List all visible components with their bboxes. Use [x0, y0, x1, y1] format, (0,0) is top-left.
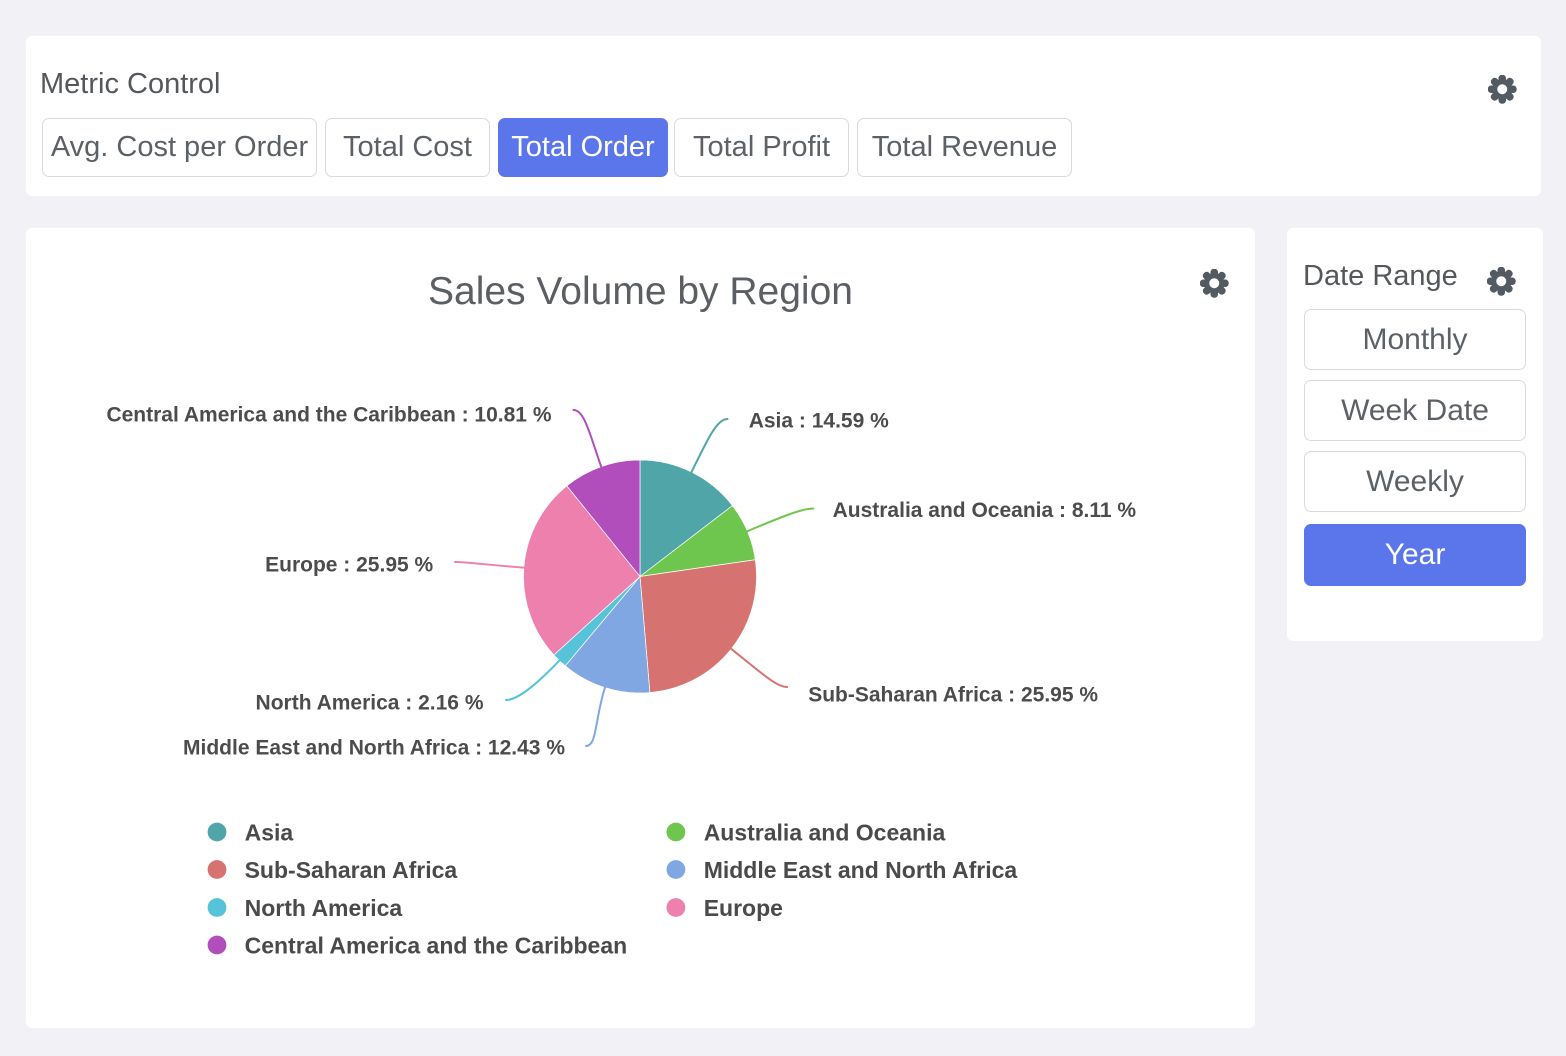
- svg-text:Central America and the Caribb: Central America and the Caribbean : 10.8…: [106, 404, 551, 427]
- svg-text:North America: North America: [245, 895, 403, 921]
- svg-text:Asia: Asia: [245, 819, 294, 845]
- svg-text:Europe: Europe: [704, 895, 783, 921]
- svg-text:Middle East and North Africa :: Middle East and North Africa : 12.43 %: [183, 737, 565, 760]
- svg-text:Sub-Saharan Africa: Sub-Saharan Africa: [245, 857, 458, 883]
- svg-text:Sub-Saharan Africa : 25.95 %: Sub-Saharan Africa : 25.95 %: [808, 684, 1098, 707]
- svg-text:Central America and the Caribb: Central America and the Caribbean: [245, 932, 628, 958]
- svg-text:Europe : 25.95 %: Europe : 25.95 %: [265, 554, 433, 577]
- svg-text:Australia and Oceania : 8.11 %: Australia and Oceania : 8.11 %: [833, 499, 1137, 522]
- svg-text:Australia and Oceania: Australia and Oceania: [704, 819, 946, 845]
- svg-text:Middle East and North Africa: Middle East and North Africa: [704, 857, 1018, 883]
- svg-text:Asia : 14.59 %: Asia : 14.59 %: [749, 410, 889, 433]
- svg-text:North America : 2.16 %: North America : 2.16 %: [256, 692, 484, 715]
